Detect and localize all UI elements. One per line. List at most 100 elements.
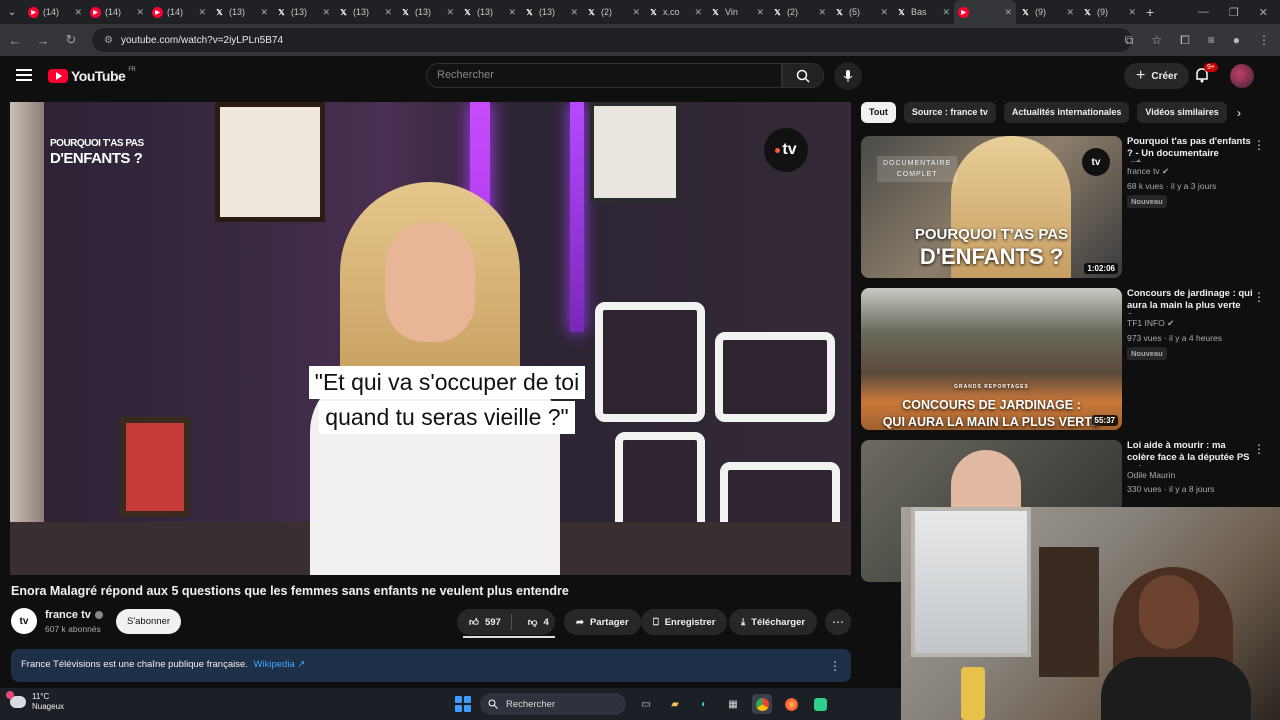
search-button[interactable] [782, 63, 824, 88]
forward-icon[interactable]: → [36, 33, 50, 48]
browser-menu-icon[interactable]: ⋮ [1258, 33, 1270, 47]
store-icon[interactable]: ▦ [723, 694, 743, 714]
browser-tab[interactable]: 𝕏 (13) ✕ [272, 0, 334, 24]
browser-tab[interactable]: 𝕏 (2) ✕ [768, 0, 830, 24]
close-tab-icon[interactable]: ✕ [1128, 7, 1136, 18]
create-button[interactable]: + Créer [1124, 63, 1190, 89]
more-options-icon[interactable]: ⋮ [1253, 442, 1265, 456]
reload-icon[interactable]: ↻ [64, 32, 78, 48]
close-tab-icon[interactable]: ✕ [694, 7, 702, 18]
edge-icon[interactable]: ◐ [694, 694, 714, 714]
rec-channel[interactable]: france tv ✔ [1127, 166, 1253, 177]
channel-name[interactable]: france tv [45, 609, 103, 621]
file-explorer-icon[interactable]: ▰ [665, 694, 685, 714]
close-tab-icon[interactable]: ✕ [1004, 7, 1012, 18]
info-menu-icon[interactable]: ⋮ [829, 659, 841, 673]
chip-actualites[interactable]: Actualités internationales [1003, 102, 1130, 123]
video-thumbnail[interactable]: GRANDS REPORTAGES CONCOURS DE JARDINAGE … [861, 288, 1122, 430]
close-tab-icon[interactable]: ✕ [136, 7, 144, 18]
chip-similaires[interactable]: Vidéos similaires [1137, 102, 1227, 123]
taskbar-search[interactable]: Rechercher [480, 693, 626, 715]
rec-channel[interactable]: Odile Maurin [1127, 470, 1253, 480]
browser-tab[interactable]: 𝕏 (9) ✕ [1078, 0, 1140, 24]
share-button[interactable]: ➦ Partager [564, 609, 641, 635]
bookmark-star-icon[interactable]: ☆ [1151, 33, 1162, 47]
chevron-right-icon[interactable]: › [1237, 106, 1241, 120]
browser-tab[interactable]: 𝕏 (13) ✕ [458, 0, 520, 24]
back-icon[interactable]: ← [8, 33, 22, 48]
firefox-icon[interactable] [781, 694, 801, 714]
browser-tab[interactable]: 𝕏 Vin ✕ [706, 0, 768, 24]
save-button[interactable]: ⎕ Enregistrer [641, 609, 728, 635]
close-tab-icon[interactable]: ✕ [570, 7, 578, 18]
notifications-button[interactable]: 9+ [1194, 63, 1218, 88]
browser-tab[interactable]: ▶ (14) ✕ [24, 0, 86, 24]
close-tab-icon[interactable]: ✕ [74, 7, 82, 18]
windows-start-icon[interactable] [455, 696, 471, 712]
close-tab-icon[interactable]: ✕ [880, 7, 888, 18]
account-avatar[interactable] [1230, 64, 1254, 88]
browser-tab[interactable]: 𝕏 (5) ✕ [830, 0, 892, 24]
browser-tab[interactable]: 𝕏 Bas ✕ [892, 0, 954, 24]
recommended-video[interactable]: DOCUMENTAIRE COMPLET tv POURQUOI T'AS PAS… [861, 136, 1265, 278]
maximize-icon[interactable]: ❐ [1229, 6, 1239, 19]
recommended-video[interactable]: GRANDS REPORTAGES CONCOURS DE JARDINAGE … [861, 288, 1265, 430]
close-tab-icon[interactable]: ✕ [942, 7, 950, 18]
more-options-icon[interactable]: ⋮ [1253, 138, 1265, 152]
media-controls-icon[interactable]: ≡ [1208, 33, 1215, 47]
browser-tab[interactable]: 𝕏 (9) ✕ [1016, 0, 1078, 24]
youtube-logo[interactable]: YouTube FR [48, 67, 136, 84]
close-tab-icon[interactable]: ✕ [322, 7, 330, 18]
rec-title[interactable]: Concours de jardinage : qui aura la main… [1127, 288, 1253, 314]
browser-tab[interactable]: ▶ (14) ✕ [148, 0, 210, 24]
close-window-icon[interactable]: ✕ [1259, 6, 1268, 19]
browser-tab[interactable]: 𝕏 (13) ✕ [334, 0, 396, 24]
video-thumbnail[interactable]: DOCUMENTAIRE COMPLET tv POURQUOI T'AS PAS… [861, 136, 1122, 278]
download-button[interactable]: ⤓ Télécharger [729, 609, 818, 635]
site-info-icon[interactable]: ⚙ [104, 35, 113, 46]
close-tab-icon[interactable]: ✕ [632, 7, 640, 18]
like-button[interactable]: 👍︎ 597 [457, 614, 512, 630]
channel-avatar[interactable]: tv [11, 608, 37, 634]
browser-tab[interactable]: ▶ (14) ✕ [86, 0, 148, 24]
search-input[interactable]: Rechercher [426, 63, 782, 88]
close-tab-icon[interactable]: ✕ [508, 7, 516, 18]
close-tab-icon[interactable]: ✕ [446, 7, 454, 18]
video-player[interactable]: POURQUOI T'AS PAS D'ENFANTS ? tv "Et qui… [10, 102, 851, 575]
subscribe-button[interactable]: S'abonner [116, 609, 182, 634]
chrome-icon[interactable] [752, 694, 772, 714]
minimize-icon[interactable]: — [1198, 6, 1209, 18]
browser-tab[interactable]: 𝕏x.co ✕ [644, 0, 706, 24]
tab-list-chevron-icon[interactable]: ⌄ [0, 7, 24, 18]
rec-title[interactable]: Loi aide à mourir : ma colère face à la … [1127, 440, 1253, 466]
browser-tab[interactable]: 𝕏 (13) ✕ [396, 0, 458, 24]
profile-icon[interactable]: ● [1233, 33, 1240, 47]
wikipedia-link[interactable]: Wikipedia ↗ [254, 659, 306, 670]
dislike-button[interactable]: 👎︎ 4 [518, 616, 559, 629]
address-bar[interactable]: ⚙ youtube.com/watch?v=2iyLPLn5B74 [92, 28, 1132, 52]
close-tab-icon[interactable]: ✕ [818, 7, 826, 18]
close-tab-icon[interactable]: ✕ [1066, 7, 1074, 18]
new-tab-button[interactable]: + [1146, 4, 1154, 20]
close-tab-icon[interactable]: ✕ [756, 7, 764, 18]
chip-tout[interactable]: Tout [861, 102, 896, 123]
browser-tab[interactable]: 𝕏 (13) ✕ [210, 0, 272, 24]
chip-source[interactable]: Source : france tv [903, 102, 996, 123]
more-actions-button[interactable]: ⋯ [825, 609, 851, 635]
close-tab-icon[interactable]: ✕ [198, 7, 206, 18]
more-options-icon[interactable]: ⋮ [1253, 290, 1265, 304]
extensions-icon[interactable]: ⧠ [1180, 33, 1190, 48]
menu-hamburger-icon[interactable] [16, 69, 32, 84]
close-tab-icon[interactable]: ✕ [260, 7, 268, 18]
rec-channel[interactable]: TF1 INFO ✔ [1127, 318, 1253, 329]
close-tab-icon[interactable]: ✕ [384, 7, 392, 18]
app-icon[interactable] [810, 694, 830, 714]
browser-tab[interactable]: ▶ ✕ [954, 0, 1016, 24]
browser-tab[interactable]: 𝕏 (2) ✕ [582, 0, 644, 24]
cast-icon[interactable]: ⧉ [1125, 33, 1134, 48]
weather-widget[interactable]: 11°C Nuageux [6, 691, 64, 712]
browser-tab[interactable]: 𝕏 (13) ✕ [520, 0, 582, 24]
rec-title[interactable]: Pourquoi t'as pas d'enfants ? - Un docum… [1127, 136, 1253, 162]
task-view-icon[interactable]: ▭ [636, 694, 656, 714]
voice-search-button[interactable] [834, 62, 862, 90]
